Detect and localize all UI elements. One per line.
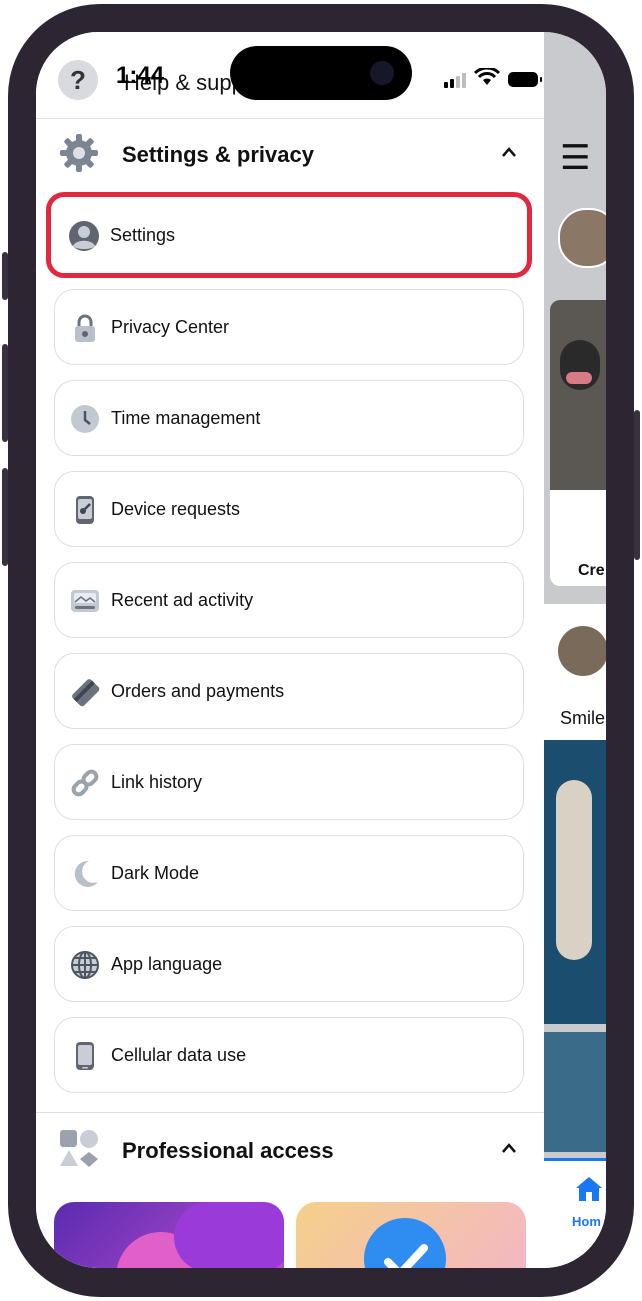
story-card[interactable]: Cre: [550, 300, 606, 586]
phone-icon: [69, 1040, 101, 1072]
menu-item-label: App language: [111, 954, 223, 974]
ad-activity-icon: [69, 585, 101, 617]
dog-tongue: [566, 372, 592, 384]
screen: ☰ Cre Smile Hom ? Help & support Setting…: [36, 32, 606, 1268]
home-icon[interactable]: [574, 1174, 604, 1204]
verified-badge-icon: [364, 1218, 446, 1268]
dynamic-island: [230, 46, 412, 100]
action-button: [2, 252, 8, 300]
professional-access-header[interactable]: Professional access: [36, 1114, 544, 1186]
globe-icon: [69, 949, 101, 981]
professional-card-2[interactable]: [296, 1202, 526, 1268]
post-image[interactable]: [544, 740, 606, 1024]
menu-item-time-management[interactable]: Time management: [54, 380, 524, 456]
power-button: [634, 410, 640, 560]
card-icon: [69, 676, 101, 708]
menu-item-label: Cellular data use: [111, 1045, 247, 1065]
menu-item-label: Time management: [111, 408, 261, 428]
menu-item-cellular-data[interactable]: Cellular data use: [54, 1017, 524, 1093]
menu-item-recent-ad-activity[interactable]: Recent ad activity: [54, 562, 524, 638]
divider: [36, 1112, 544, 1113]
story-avatar[interactable]: [558, 208, 606, 268]
post-author-label: Smile: [560, 708, 606, 728]
menu-item-privacy-center[interactable]: Privacy Center: [54, 289, 524, 365]
menu-item-label: Orders and payments: [111, 681, 285, 701]
menu-item-label: Link history: [111, 772, 203, 792]
menu-panel: ? Help & support Settings & privacy Sett…: [36, 32, 544, 1268]
background-feed: ☰ Cre Smile Hom: [544, 32, 606, 1268]
menu-item-app-language[interactable]: App language: [54, 926, 524, 1002]
post-header: Smile: [544, 604, 606, 740]
professional-card-1[interactable]: [54, 1202, 284, 1268]
volume-up-button: [2, 344, 8, 442]
highlight-box: [46, 192, 532, 278]
help-icon: ?: [58, 60, 98, 100]
post-avatar[interactable]: [558, 626, 606, 676]
hamburger-menu-icon[interactable]: ☰: [560, 138, 590, 178]
card-bubble: [174, 1202, 284, 1268]
chevron-up-icon[interactable]: [502, 144, 516, 162]
settings-privacy-header[interactable]: Settings & privacy: [36, 118, 544, 190]
link-icon: [69, 767, 101, 799]
bottom-nav: Hom: [544, 1158, 606, 1268]
menu-item-device-requests[interactable]: Device requests: [54, 471, 524, 547]
volume-down-button: [2, 468, 8, 566]
lock-icon: [69, 312, 101, 344]
create-label: Cre: [578, 562, 605, 579]
active-tab-indicator: [544, 1158, 606, 1161]
home-tab-label: Hom: [572, 1214, 601, 1229]
menu-item-label: Privacy Center: [111, 317, 230, 337]
menu-item-label: Device requests: [111, 499, 241, 519]
wifi-icon: [473, 66, 501, 91]
settings-privacy-title: Settings & privacy: [122, 142, 314, 167]
chevron-up-icon[interactable]: [502, 1140, 516, 1158]
gear-icon: [58, 132, 100, 174]
shapes-icon: [58, 1128, 100, 1170]
skeleton-shape: [556, 780, 592, 960]
menu-item-label: Recent ad activity: [111, 590, 254, 610]
post-image-2[interactable]: [544, 1032, 606, 1152]
menu-item-label: Dark Mode: [111, 863, 200, 883]
status-icons: [444, 66, 542, 91]
signal-icon: [444, 72, 466, 88]
clock-icon: [69, 403, 101, 435]
menu-item-dark-mode[interactable]: Dark Mode: [54, 835, 524, 911]
battery-icon: [508, 72, 542, 87]
phone-key-icon: [69, 494, 101, 526]
menu-item-link-history[interactable]: Link history: [54, 744, 524, 820]
status-time: 1:44: [116, 62, 165, 89]
moon-icon: [69, 858, 101, 890]
professional-access-title: Professional access: [122, 1138, 334, 1163]
dog-photo: [550, 300, 606, 490]
menu-item-orders-payments[interactable]: Orders and payments: [54, 653, 524, 729]
camera-icon: [370, 61, 394, 85]
